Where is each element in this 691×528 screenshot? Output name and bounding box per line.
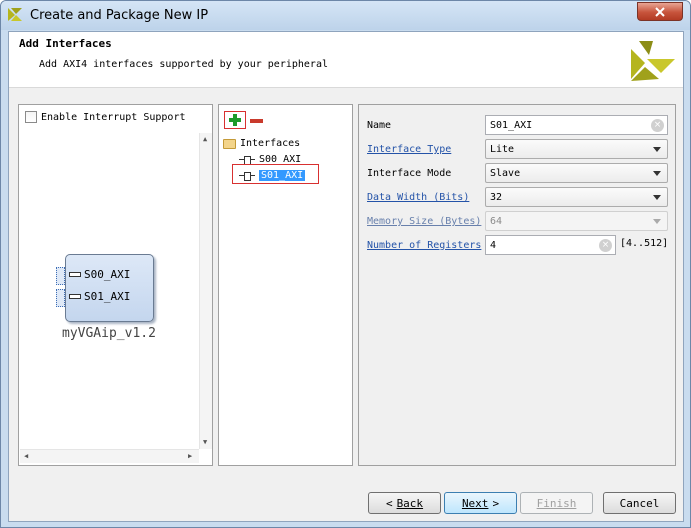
chevron-down-icon [653,219,661,224]
num-registers-range: [4..512] [620,238,669,249]
interface-mode-value: Slave [490,167,521,179]
block-canvas: S00_AXI S01_AXI myVGAip_v1.2 [20,133,199,449]
ip-port-label: S00_AXI [84,268,131,281]
enable-interrupt-label: Enable Interrupt Support [41,111,186,123]
back-label: Back [396,496,424,510]
cancel-button[interactable]: Cancel [603,492,676,514]
vivado-logo-icon [8,8,22,21]
page-header: Add Interfaces Add AXI4 interfaces suppo… [9,32,683,88]
num-registers-input[interactable]: 4 × [485,235,616,255]
bus-port-icon [69,272,81,277]
tree-root-label: Interfaces [240,138,301,149]
port-pin-s00 [56,267,65,285]
chevron-right-icon: > [492,496,500,510]
remove-interface-button[interactable] [250,119,263,123]
chevron-down-icon [653,195,661,200]
name-input[interactable]: S01_AXI × [485,115,668,135]
interface-mode-select[interactable]: Slave [485,163,668,183]
close-icon [655,6,665,17]
page-subtitle: Add AXI4 interfaces supported by your pe… [39,59,328,70]
interface-icon [239,155,255,165]
name-value: S01_AXI [490,119,533,131]
selection-highlight [232,164,319,184]
tree-root-interfaces[interactable]: Interfaces [223,138,300,149]
name-label: Name [367,120,392,131]
add-interface-button[interactable] [224,111,246,129]
scroll-left-icon[interactable]: ◀ [24,453,28,460]
page-title: Add Interfaces [19,37,112,50]
title-bar: Create and Package New IP [1,1,690,30]
interface-type-label[interactable]: Interface Type [367,144,451,155]
clear-icon[interactable]: × [651,119,664,132]
next-button[interactable]: Next > [444,492,517,514]
interface-tree-panel: Interfaces S00_AXI S01_AXI [218,104,353,466]
num-registers-value: 4 [490,239,497,251]
vivado-logo-icon [631,41,675,81]
interrupt-checkbox-row[interactable]: Enable Interrupt Support [25,111,186,123]
ip-port-label: S01_AXI [84,290,131,303]
bus-port-icon [69,294,81,299]
num-registers-label[interactable]: Number of Registers [367,240,481,251]
finish-button: Finish [520,492,593,514]
window-title: Create and Package New IP [30,8,209,23]
ip-port-s01: S01_AXI [69,290,130,303]
scroll-right-icon[interactable]: ▶ [188,453,192,460]
properties-panel: Name S01_AXI × Interface Type Lite Inter… [358,104,676,466]
horizontal-scrollbar[interactable]: ◀ ▶ [20,449,199,463]
enable-interrupt-checkbox[interactable] [25,111,37,123]
finish-label: Finish [536,496,577,510]
scroll-down-icon[interactable]: ▼ [203,439,207,446]
clear-icon[interactable]: × [599,239,612,252]
vertical-scrollbar[interactable]: ▲ ▼ [199,133,212,449]
plus-icon [229,114,241,126]
interface-mode-label: Interface Mode [367,168,452,179]
data-width-value: 32 [490,191,503,203]
interface-type-value: Lite [490,143,515,155]
port-pin-s01 [56,289,65,307]
memory-size-select: 64 [485,211,668,231]
data-width-label[interactable]: Data Width (Bits) [367,192,469,203]
dialog-content: Add Interfaces Add AXI4 interfaces suppo… [8,31,684,522]
chevron-down-icon [653,171,661,176]
scroll-up-icon[interactable]: ▲ [203,136,207,143]
data-width-select[interactable]: 32 [485,187,668,207]
memory-size-label[interactable]: Memory Size (Bytes) [367,216,481,227]
close-button[interactable] [637,2,683,21]
cancel-label: Cancel [619,496,660,510]
next-label: Next [461,496,489,510]
dialog-window: Create and Package New IP Add Interfaces… [0,0,691,528]
ip-block-name: myVGAip_v1.2 [62,326,156,341]
chevron-down-icon [653,147,661,152]
chevron-left-icon: < [385,496,393,510]
block-diagram-panel: Enable Interrupt Support S00_AXI S01_AXI… [18,104,213,466]
back-button[interactable]: < Back [368,492,441,514]
folder-icon [223,138,236,149]
interface-type-select[interactable]: Lite [485,139,668,159]
ip-port-s00: S00_AXI [69,268,130,281]
memory-size-value: 64 [490,215,503,227]
ip-block[interactable]: S00_AXI S01_AXI [65,254,154,322]
